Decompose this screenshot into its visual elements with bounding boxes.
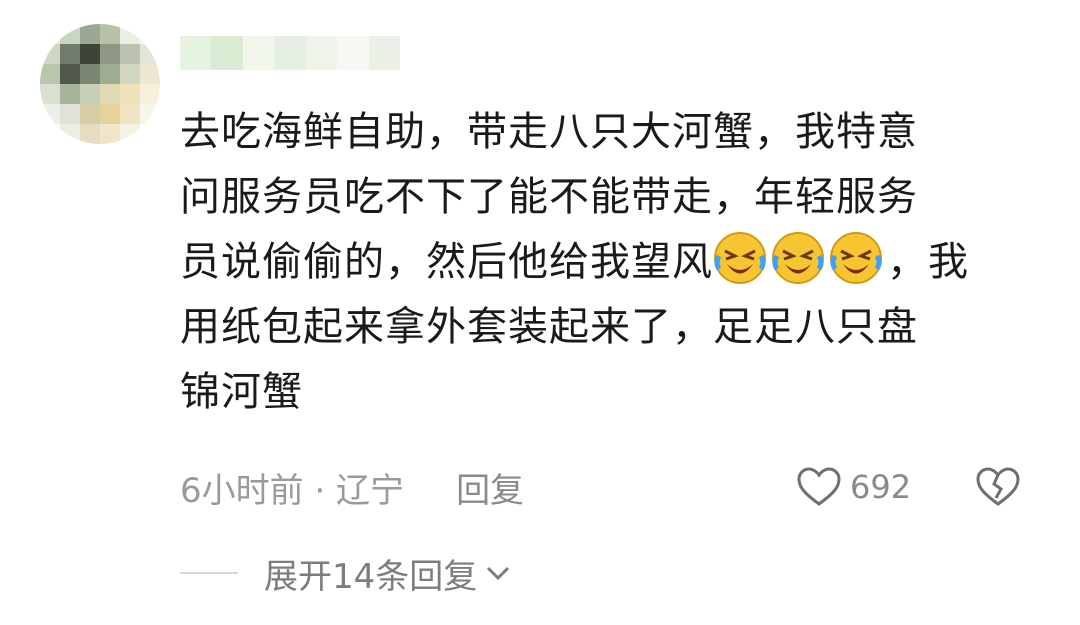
username-blurred[interactable] — [180, 36, 400, 70]
like-count: 692 — [850, 468, 912, 506]
chevron-down-icon — [487, 566, 510, 581]
comment-text: 去吃海鲜自助，带走八只大河蟹，我特意 问服务员吃不下了能不能带走，年轻服务 员说… — [180, 100, 1040, 425]
expand-replies-label: 展开14条回复 — [264, 556, 478, 597]
like-button[interactable]: 692 — [796, 462, 911, 512]
comment-line: 问服务员吃不下了能不能带走，年轻服务 — [180, 174, 918, 220]
comment-meta: 6小时前 · 辽宁 回复 — [180, 462, 524, 512]
comment-line: 去吃海鲜自助，带走八只大河蟹，我特意 — [180, 109, 918, 155]
time-location: 6小时前 · 辽宁 — [180, 470, 405, 511]
divider-line — [180, 572, 238, 574]
comment-line: 用纸包起来拿外套装起来了，足足八只盘 — [180, 304, 918, 350]
avatar[interactable] — [40, 24, 160, 144]
broken-heart-icon — [976, 467, 1020, 506]
comment-line: 锦河蟹 — [180, 369, 303, 415]
comment-text-fragment: 员说偷偷的，然后他给我望风 — [180, 239, 713, 285]
laughing-crying-emoji-icon — [714, 232, 766, 284]
comment-line: 员说偷偷的，然后他给我望风 ，我 — [180, 230, 1040, 295]
laughing-crying-emoji-icon — [830, 232, 882, 284]
expand-replies-button[interactable]: 展开14条回复 — [180, 548, 511, 598]
dislike-button[interactable] — [972, 462, 1024, 512]
laughing-crying-emoji-icon — [772, 232, 824, 284]
comment-text-fragment: ，我 — [887, 239, 969, 285]
reply-button[interactable]: 回复 — [456, 463, 524, 512]
heart-outline-icon — [797, 467, 841, 506]
